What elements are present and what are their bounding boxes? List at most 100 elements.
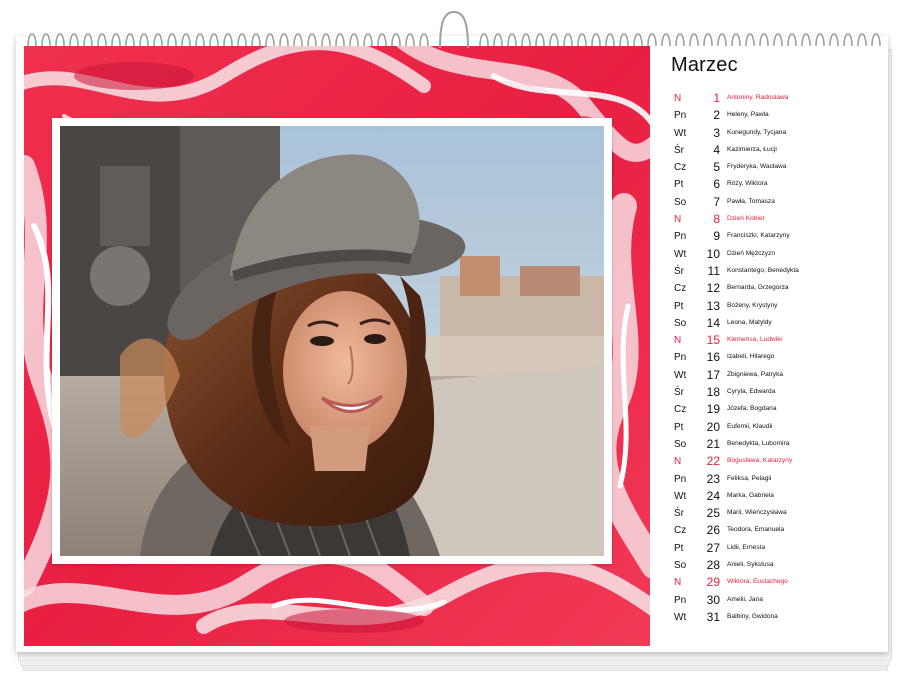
weekday-label: So — [674, 438, 687, 450]
weekday-label: Wt — [674, 490, 687, 502]
name-day-text: Benedykta, Lubomira — [727, 439, 790, 447]
name-day-text: Izabeli, Hilarego — [727, 353, 775, 361]
day-number: 1 — [713, 91, 720, 105]
weekday-label: Cz — [674, 162, 687, 174]
weekday-label: So — [674, 560, 687, 572]
weekday-label: Pn — [674, 231, 687, 243]
day-number: 21 — [706, 436, 720, 451]
day-number: 12 — [706, 281, 720, 296]
weekday-label: Wt — [674, 369, 687, 381]
name-day-text: Heleny, Pawła — [727, 111, 769, 119]
day-number: 13 — [706, 298, 720, 313]
name-day-text: Wiktora, Eustachego — [727, 578, 788, 586]
name-day-text: Klemensa, Ludwiki — [727, 336, 782, 344]
day-number: 22 — [706, 454, 720, 469]
day-row: Pt 13 Bożeny, Krystyny — [670, 298, 880, 315]
day-number: 9 — [713, 229, 720, 244]
day-row: N 8 Dzień Kobiet — [670, 211, 880, 228]
day-row: N 15 Klemensa, Ludwiki — [670, 332, 880, 349]
day-number: 30 — [706, 592, 720, 607]
name-day-text: Lidii, Ernesta — [727, 543, 766, 551]
name-day-text: Józefa, Bogdana — [727, 405, 777, 413]
name-day-text: Amelii, Jana — [727, 595, 763, 603]
name-day-text: Leona, Matyldy — [727, 318, 772, 326]
day-number: 8 — [713, 212, 720, 227]
name-day-text: Zbigniewa, Patryka — [727, 370, 784, 378]
name-day-text: Teodora, Emanuela — [727, 526, 785, 534]
day-number: 10 — [706, 246, 720, 261]
name-day-text: Feliksa, Pelagii — [727, 474, 772, 482]
weekday-label: Śr — [674, 265, 684, 277]
day-row: Wt 3 Kunegundy, Tycjana — [670, 125, 880, 142]
weekday-label: Pt — [674, 421, 684, 433]
day-row: Cz 12 Bernarda, Grzegorza — [670, 280, 880, 297]
weekday-label: Śr — [674, 387, 684, 399]
weekday-label: N — [674, 214, 682, 226]
day-row: Pt 20 Eufemii, Klaudii — [670, 419, 880, 436]
weekday-label: So — [674, 317, 687, 329]
day-row: So 21 Benedykta, Lubomira — [670, 436, 880, 453]
day-number: 23 — [706, 471, 720, 486]
weekday-label: So — [674, 196, 687, 208]
day-list: N 1 Antoniny, Radosława Pn 2 Heleny, Pawła Wt 3… — [670, 90, 880, 626]
weekday-label: Wt — [674, 611, 687, 623]
hanger-hook — [439, 10, 469, 49]
weekday-label: N — [674, 93, 682, 104]
day-number: 31 — [706, 609, 720, 624]
day-number: 3 — [713, 125, 720, 140]
weekday-label: Wt — [674, 248, 687, 260]
name-day-text: Pawła, Tomasza — [727, 197, 775, 205]
day-row: Wt 24 Marka, Gabriela — [670, 488, 880, 505]
name-day-text: Fryderyka, Wacława — [727, 163, 787, 171]
day-number: 16 — [706, 350, 720, 365]
name-day-text: Anieli, Sykstusa — [727, 561, 774, 569]
day-row: Pn 2 Heleny, Pawła — [670, 107, 880, 124]
weekday-label: Pt — [674, 179, 684, 191]
day-row: Śr 25 Marii, Wieńczysława — [670, 505, 880, 522]
day-row: Pn 30 Amelii, Jana — [670, 592, 880, 609]
weekday-label: Wt — [674, 127, 687, 139]
name-day-text: Balbiny, Gwidona — [727, 612, 778, 620]
day-number: 28 — [706, 558, 720, 573]
name-day-text: Marka, Gabriela — [727, 491, 774, 499]
day-row: Pn 23 Feliksa, Pelagii — [670, 471, 880, 488]
day-row: Pn 9 Franciszki, Katarzyny — [670, 228, 880, 245]
day-row: N 1 Antoniny, Radosława — [670, 90, 880, 107]
day-number: 11 — [707, 263, 720, 278]
name-day-text: Antoniny, Radosława — [727, 94, 789, 101]
name-day-text: Marii, Wieńczysława — [727, 509, 787, 517]
day-row: Śr 18 Cyryla, Edwarda — [670, 384, 880, 401]
day-number: 25 — [706, 506, 720, 521]
day-number: 20 — [706, 419, 720, 434]
day-number: 4 — [713, 142, 720, 157]
day-row: Cz 5 Fryderyka, Wacława — [670, 159, 880, 176]
weekday-label: Pn — [674, 110, 687, 122]
day-row: Śr 4 Kazimierza, Łucji — [670, 142, 880, 159]
day-row: So 14 Leona, Matyldy — [670, 315, 880, 332]
day-row: Cz 19 Józefa, Bogdana — [670, 401, 880, 418]
weekday-label: N — [674, 577, 682, 589]
day-row: Pt 27 Lidii, Ernesta — [670, 540, 880, 557]
name-day-text: Róży, Wiktora — [727, 180, 768, 188]
weekday-label: Cz — [674, 283, 687, 295]
day-number: 15 — [706, 333, 720, 348]
weekday-label: Cz — [674, 404, 687, 416]
day-row: Cz 26 Teodora, Emanuela — [670, 522, 880, 539]
weekday-label: N — [674, 456, 682, 468]
day-number: 24 — [706, 488, 720, 503]
weekday-label: Pt — [674, 300, 684, 312]
day-row: N 29 Wiktora, Eustachego — [670, 574, 880, 591]
day-row: Wt 17 Zbigniewa, Patryka — [670, 367, 880, 384]
weekday-label: Śr — [674, 508, 684, 520]
day-number: 5 — [713, 160, 720, 175]
name-day-text: Bogusława, Katarzyny — [727, 457, 793, 465]
day-row: Wt 31 Balbiny, Gwidona — [670, 609, 880, 626]
name-day-text: Dzień Mężczyzn — [727, 249, 776, 257]
day-row: So 28 Anieli, Sykstusa — [670, 557, 880, 574]
weekday-label: Pn — [674, 352, 687, 364]
weekday-label: Pn — [674, 473, 687, 485]
day-row: Pt 6 Róży, Wiktora — [670, 176, 880, 193]
day-row: Śr 11 Konstantego, Benedykta — [670, 263, 880, 280]
month-title: Marzec — [671, 54, 738, 76]
day-number: 2 — [713, 108, 720, 123]
